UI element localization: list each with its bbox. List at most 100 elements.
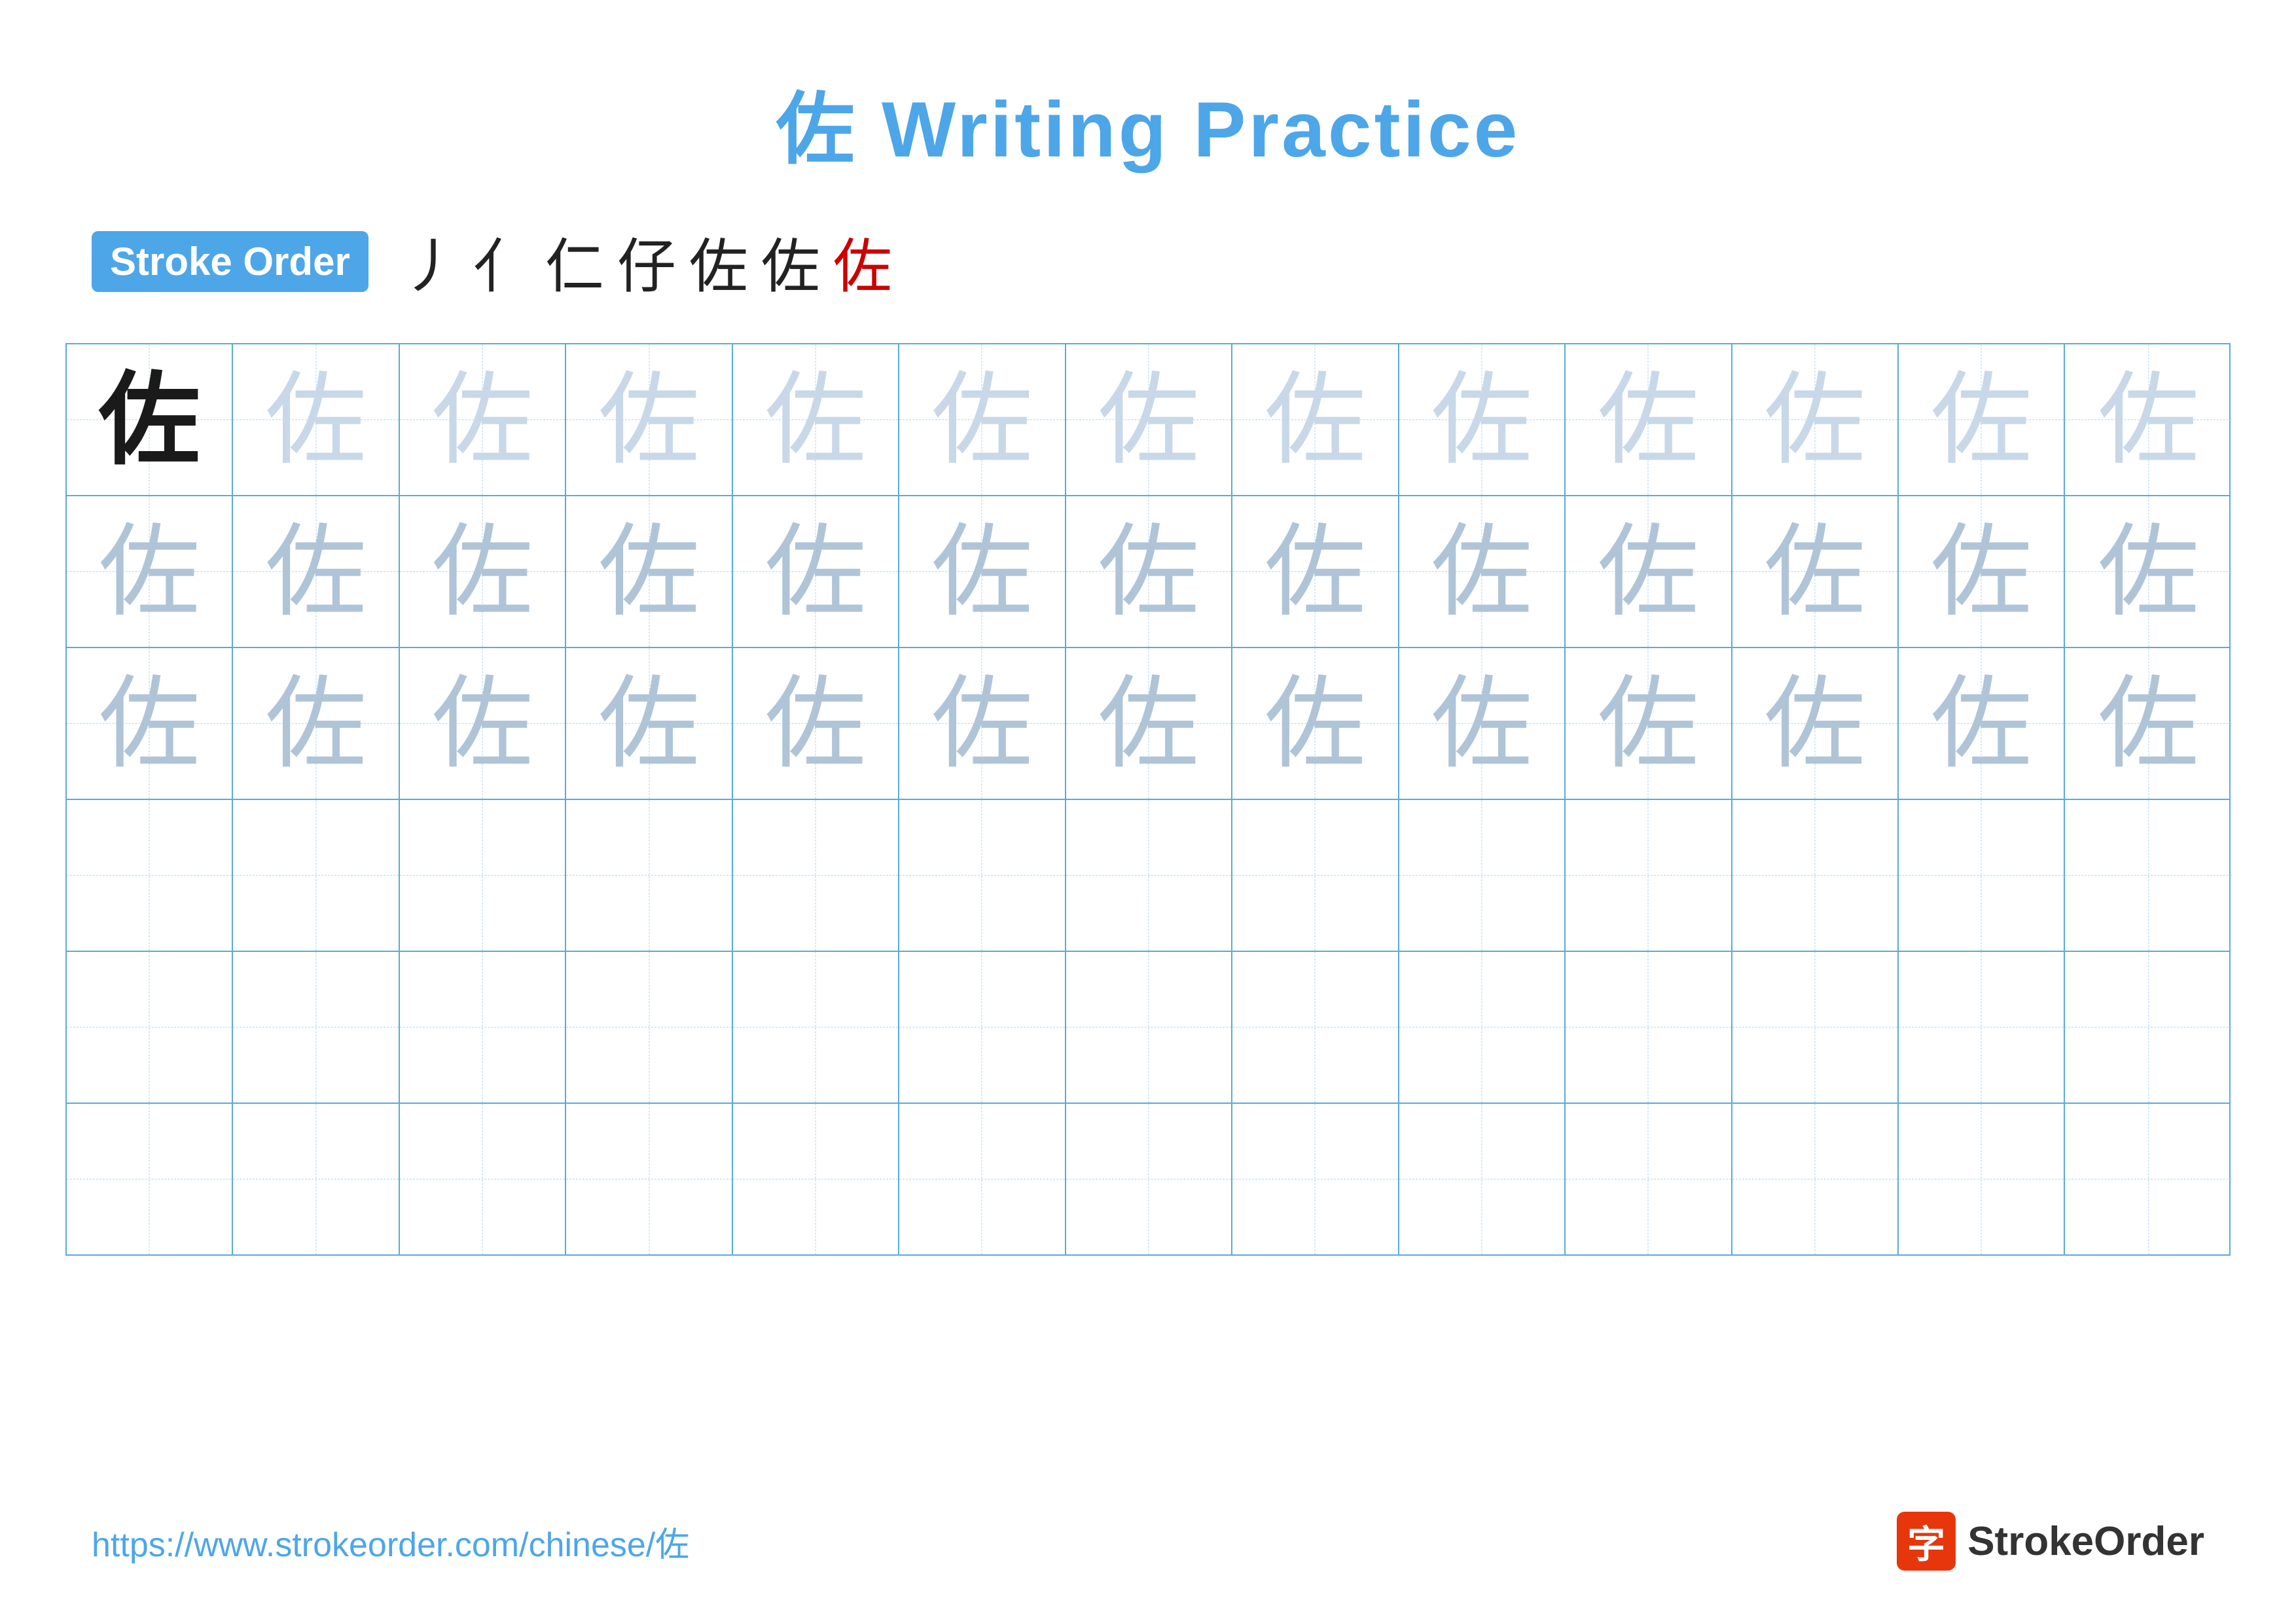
grid-cell[interactable]: 佐 (1899, 648, 2065, 799)
grid-cell[interactable]: 佐 (400, 648, 566, 799)
grid-cell[interactable]: 佐 (1066, 344, 1232, 495)
grid-cell[interactable] (233, 952, 399, 1103)
grid-cell[interactable]: 佐 (2065, 648, 2231, 799)
grid-cell[interactable] (400, 952, 566, 1103)
grid-cell[interactable]: 佐 (1066, 648, 1232, 799)
grid-cell[interactable]: 佐 (1899, 496, 2065, 647)
char-medium: 佐 (598, 521, 700, 623)
char-medium: 佐 (1598, 673, 1699, 775)
grid-cell[interactable] (566, 800, 732, 951)
grid-cell[interactable]: 佐 (733, 344, 899, 495)
grid-cell[interactable]: 佐 (233, 496, 399, 647)
grid-cell[interactable]: 佐 (1732, 496, 1899, 647)
grid-row-3: 佐 佐 佐 佐 佐 佐 佐 佐 佐 佐 佐 佐 佐 (67, 648, 2229, 800)
footer-url[interactable]: https://www.strokeorder.com/chinese/佐 (92, 1517, 689, 1566)
grid-cell[interactable]: 佐 (2065, 344, 2231, 495)
char-medium: 佐 (432, 521, 533, 623)
char-light: 佐 (432, 369, 533, 471)
grid-cell[interactable]: 佐 (1399, 344, 1566, 495)
char-medium: 佐 (931, 521, 1033, 623)
grid-cell[interactable] (1399, 952, 1566, 1103)
char-medium: 佐 (765, 521, 867, 623)
char-medium: 佐 (1764, 521, 1865, 623)
grid-cell[interactable]: 佐 (1232, 648, 1399, 799)
grid-cell[interactable]: 佐 (1566, 648, 1732, 799)
grid-cell[interactable]: 佐 (1566, 344, 1732, 495)
grid-cell[interactable] (899, 800, 1066, 951)
stroke-order-badge: Stroke Order (92, 231, 368, 292)
grid-cell[interactable]: 佐 (733, 496, 899, 647)
grid-cell[interactable]: 佐 (1399, 496, 1566, 647)
grid-cell[interactable] (733, 952, 899, 1103)
grid-cell[interactable] (2065, 952, 2231, 1103)
char-light: 佐 (1431, 369, 1532, 471)
stroke-3: 仁 (545, 219, 604, 304)
grid-cell[interactable]: 佐 (1566, 496, 1732, 647)
grid-cell[interactable] (1066, 1104, 1232, 1254)
grid-cell[interactable]: 佐 (2065, 496, 2231, 647)
grid-cell[interactable]: 佐 (1732, 648, 1899, 799)
grid-cell[interactable] (1732, 1104, 1899, 1254)
grid-cell[interactable] (566, 1104, 732, 1254)
footer-logo: 字 StrokeOrder (1897, 1512, 2204, 1571)
grid-cell[interactable]: 佐 (1232, 496, 1399, 647)
grid-cell[interactable] (1899, 952, 2065, 1103)
grid-cell[interactable]: 佐 (67, 648, 233, 799)
grid-cell[interactable] (1732, 952, 1899, 1103)
grid-row-5 (67, 952, 2229, 1104)
grid-cell[interactable]: 佐 (1399, 648, 1566, 799)
grid-cell[interactable] (1399, 800, 1566, 951)
grid-cell[interactable] (2065, 1104, 2231, 1254)
grid-cell[interactable]: 佐 (1899, 344, 2065, 495)
grid-cell[interactable] (1732, 800, 1899, 951)
stroke-4: 仔 (617, 219, 676, 304)
grid-cell[interactable] (67, 952, 233, 1103)
grid-cell[interactable]: 佐 (566, 344, 732, 495)
grid-cell[interactable] (566, 952, 732, 1103)
grid-cell[interactable] (1232, 1104, 1399, 1254)
grid-cell[interactable] (1566, 952, 1732, 1103)
grid-cell[interactable] (1566, 800, 1732, 951)
stroke-6: 佐 (761, 219, 820, 304)
grid-cell[interactable] (400, 800, 566, 951)
grid-cell[interactable]: 佐 (899, 648, 1066, 799)
char-light: 佐 (765, 369, 867, 471)
grid-cell[interactable]: 佐 (566, 496, 732, 647)
grid-cell[interactable]: 佐 (67, 344, 233, 495)
grid-cell[interactable]: 佐 (566, 648, 732, 799)
grid-cell[interactable] (67, 1104, 233, 1254)
grid-cell[interactable] (1066, 952, 1232, 1103)
grid-cell[interactable] (233, 800, 399, 951)
grid-cell[interactable] (733, 1104, 899, 1254)
grid-cell[interactable]: 佐 (233, 344, 399, 495)
grid-cell[interactable] (1399, 1104, 1566, 1254)
grid-cell[interactable] (1566, 1104, 1732, 1254)
grid-cell[interactable] (1066, 800, 1232, 951)
grid-cell[interactable]: 佐 (899, 344, 1066, 495)
grid-cell[interactable]: 佐 (400, 496, 566, 647)
grid-cell[interactable] (1232, 952, 1399, 1103)
char-medium: 佐 (265, 673, 367, 775)
grid-cell[interactable] (1899, 1104, 2065, 1254)
char-light: 佐 (598, 369, 700, 471)
grid-cell[interactable]: 佐 (1232, 344, 1399, 495)
grid-cell[interactable] (233, 1104, 399, 1254)
grid-cell[interactable] (1899, 800, 2065, 951)
grid-cell[interactable] (67, 800, 233, 951)
grid-cell[interactable]: 佐 (1732, 344, 1899, 495)
grid-cell[interactable]: 佐 (1066, 496, 1232, 647)
char-dark: 佐 (99, 369, 200, 471)
grid-cell[interactable]: 佐 (67, 496, 233, 647)
char-medium: 佐 (99, 673, 200, 775)
grid-cell[interactable] (2065, 800, 2231, 951)
grid-cell[interactable]: 佐 (899, 496, 1066, 647)
grid-cell[interactable] (1232, 800, 1399, 951)
grid-cell[interactable] (733, 800, 899, 951)
grid-cell[interactable]: 佐 (733, 648, 899, 799)
grid-cell[interactable]: 佐 (400, 344, 566, 495)
grid-cell[interactable] (899, 952, 1066, 1103)
grid-cell[interactable] (899, 1104, 1066, 1254)
grid-row-6 (67, 1104, 2229, 1254)
grid-cell[interactable]: 佐 (233, 648, 399, 799)
grid-cell[interactable] (400, 1104, 566, 1254)
